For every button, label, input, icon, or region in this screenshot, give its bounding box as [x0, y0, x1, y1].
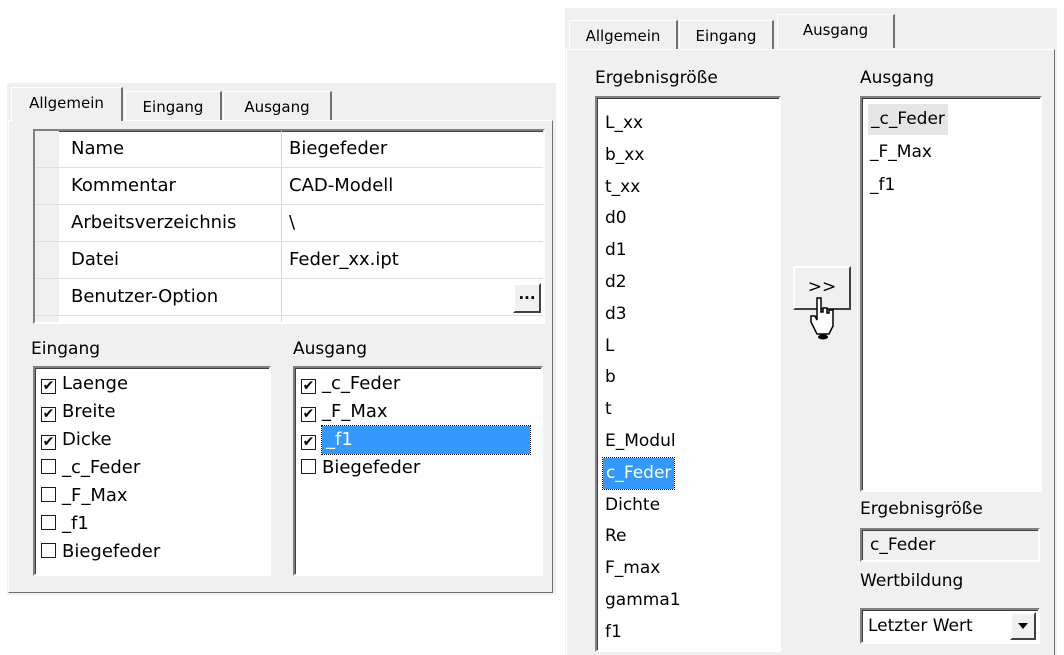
ergebnis-list-item[interactable]: Re [605, 521, 627, 552]
checklist-item-label: _f1 [321, 425, 531, 455]
ergebnis-list-item[interactable]: b [605, 362, 616, 393]
property-row[interactable]: Benutzer-Option [35, 279, 543, 316]
checkbox-icon[interactable] [41, 515, 56, 530]
checklist-item-label: Breite [62, 401, 116, 422]
ergebnis-list-item[interactable]: L_xx [605, 108, 643, 139]
checklist-item[interactable]: ✔ Breite [41, 398, 116, 426]
checklist-item-label: Dicke [62, 429, 112, 450]
right-dialog: Allgemein Eingang Ausgang Ergebnisgröße … [565, 8, 1057, 655]
checklist-item-label: _f1 [62, 513, 89, 534]
left-tab-ausgang[interactable]: Ausgang [223, 91, 332, 121]
property-value[interactable]: CAD-Modell [289, 175, 393, 196]
ergebnis-list-item[interactable]: c_Feder [601, 456, 676, 490]
checklist-item[interactable]: _f1 [41, 510, 89, 538]
checkbox-icon[interactable] [41, 543, 56, 558]
ergebnis-list-item[interactable]: Dichte [605, 490, 660, 521]
ergebnis-list-item[interactable]: f1 [605, 617, 622, 648]
ergebnis-list-item[interactable]: d1 [605, 235, 627, 266]
checklist-item-label: _F_Max [322, 401, 388, 422]
checkbox-icon[interactable] [301, 459, 316, 474]
checklist-item[interactable]: _F_Max [41, 482, 128, 510]
property-name: Kommentar [71, 175, 176, 196]
wertbildung-select[interactable]: Letzter Wert [860, 608, 1040, 644]
ergebnis-list-item[interactable]: t [605, 394, 612, 425]
wertbildung-label: Wertbildung [860, 571, 964, 591]
checklist-item[interactable]: ✔ _F_Max [301, 398, 388, 426]
ausgang-label: Ausgang [293, 339, 368, 359]
checklist-item-label: _c_Feder [322, 373, 401, 394]
property-row[interactable]: Kommentar CAD-Modell [35, 168, 543, 205]
checklist-item[interactable]: Biegefeder [301, 454, 420, 482]
ergebnis-list-item[interactable]: gamma1 [605, 585, 681, 616]
checklist-item[interactable]: ✔ _f1 [301, 425, 531, 455]
property-grid: Name Biegefeder Kommentar CAD-Modell Arbeits… [33, 129, 545, 324]
ergebnis-listbox[interactable]: L_xx b_xx t_xx d0 d1 d2 d3 Lb t E_Modul c_Feder Dic… [595, 96, 781, 652]
ergebnis-list-item[interactable]: F_max [605, 553, 660, 584]
property-row[interactable]: Datei Feder_xx.ipt [35, 242, 543, 279]
checklist-item[interactable]: ✔ Laenge [41, 370, 128, 398]
checklist-item-label: Biegefeder [62, 541, 161, 562]
property-name: Datei [71, 249, 120, 270]
ergebnis-field-label: Ergebnisgröße [860, 499, 983, 519]
chevron-down-icon[interactable] [1010, 612, 1036, 640]
property-row[interactable]: Name Biegefeder [35, 131, 543, 168]
checklist-item-label: Biegefeder [322, 457, 421, 478]
right-tab-eingang[interactable]: Eingang [679, 20, 774, 50]
checklist-item-label: _F_Max [62, 485, 128, 506]
property-name: Arbeitsverzeichnis [71, 212, 237, 233]
ergebnis-list-item[interactable]: d0 [605, 203, 627, 234]
checkbox-checked-icon[interactable]: ✔ [41, 435, 56, 450]
right-tab-allgemein[interactable]: Allgemein [569, 20, 678, 50]
checkbox-icon[interactable] [41, 459, 56, 474]
left-dialog: Allgemein Eingang Ausgang Name Biegefeder… [7, 83, 556, 595]
ausgang-list-item[interactable]: _F_Max [870, 137, 932, 168]
checkbox-checked-icon[interactable]: ✔ [301, 435, 316, 450]
checkbox-checked-icon[interactable]: ✔ [41, 407, 56, 422]
property-value[interactable]: Biegefeder [289, 138, 387, 159]
ausgang-list-item[interactable]: _f1 [870, 170, 895, 201]
property-name: Benutzer-Option [71, 286, 219, 307]
checklist-item[interactable]: Biegefeder [41, 538, 160, 566]
ergebnis-list-item[interactable]: t_xx [605, 172, 640, 203]
ergebnis-list-item[interactable]: b_xx [605, 140, 644, 171]
ergebnis-list-item[interactable]: d2 [605, 267, 627, 298]
ausgang-list-label: Ausgang [860, 68, 935, 88]
property-value[interactable]: \ [289, 212, 295, 233]
checkbox-checked-icon[interactable]: ✔ [301, 379, 316, 394]
hand-cursor-icon [807, 296, 837, 340]
ergebnis-list-item[interactable]: E_Modul [605, 426, 676, 457]
checkbox-checked-icon[interactable]: ✔ [41, 379, 56, 394]
checklist-item[interactable]: _c_Feder [41, 454, 140, 482]
ergebnis-list-item[interactable]: L [605, 331, 614, 362]
checklist-item-label: Laenge [62, 373, 129, 394]
left-tab-allgemein[interactable]: Allgemein [11, 87, 123, 121]
checkbox-icon[interactable] [41, 487, 56, 502]
ergebnis-list-label: Ergebnisgröße [595, 68, 718, 88]
right-tab-ausgang[interactable]: Ausgang [777, 14, 895, 48]
eingang-label: Eingang [31, 339, 101, 359]
ausgang-list-item[interactable]: _c_Feder [868, 104, 948, 135]
left-tab-eingang[interactable]: Eingang [125, 91, 222, 121]
eingang-checklist[interactable]: ✔ Laenge ✔ Breite ✔ Dicke _c_Feder _F_Max _f1 Bie… [33, 366, 271, 576]
browse-button[interactable]: ... [513, 283, 541, 313]
checkbox-checked-icon[interactable]: ✔ [301, 407, 316, 422]
ausgang-checklist[interactable]: ✔ _c_Feder ✔ _F_Max ✔ _f1 Biegefeder [293, 366, 543, 576]
checklist-item[interactable]: ✔ Dicke [41, 426, 112, 454]
ergebnis-list-item[interactable]: d3 [605, 299, 627, 330]
ergebnis-field: c_Feder [860, 528, 1040, 562]
checklist-item-label: _c_Feder [62, 457, 141, 478]
property-name: Name [71, 138, 125, 159]
property-value[interactable]: Feder_xx.ipt [289, 249, 399, 270]
ausgang-listbox[interactable]: _c_Feder _F_Max _f1 [860, 96, 1042, 492]
checklist-item[interactable]: ✔ _c_Feder [301, 370, 400, 398]
property-row[interactable]: Arbeitsverzeichnis \ [35, 205, 543, 242]
